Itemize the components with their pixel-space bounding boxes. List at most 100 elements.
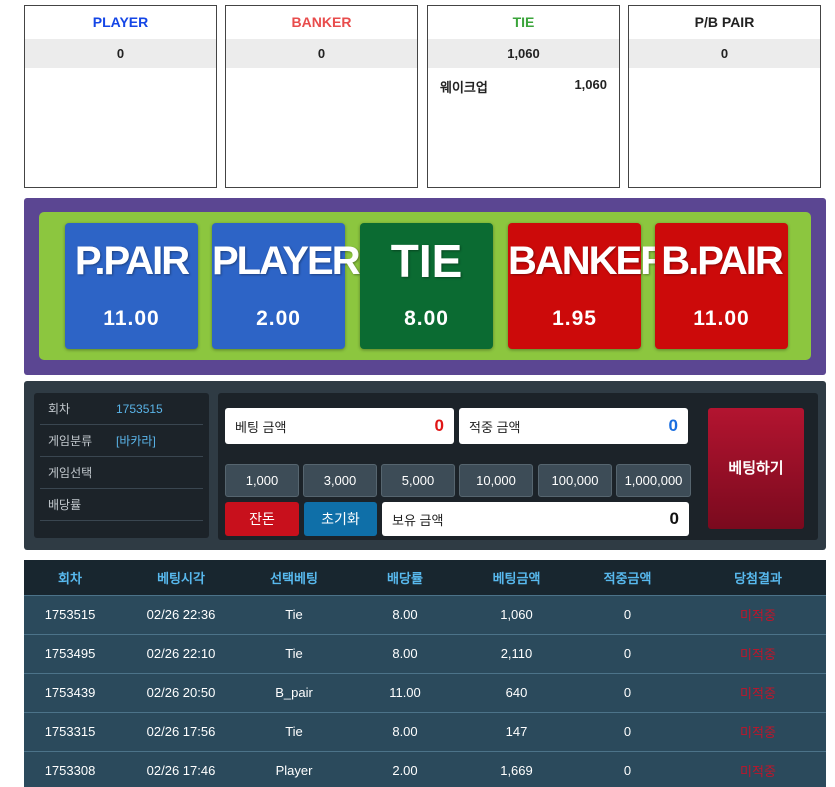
col-bet-header: 베팅금액 (468, 560, 565, 595)
cell-odds: 11.00 (342, 672, 468, 712)
info-type-value: [바카라] (116, 434, 156, 448)
cell-pick: B_pair (246, 672, 342, 712)
bet-amount-label: 베팅 금액 (235, 419, 287, 435)
table-row: 1753439 02/26 20:50 B_pair 11.00 640 0 미… (24, 672, 826, 712)
cell-time: 02/26 20:50 (116, 672, 246, 712)
info-odds-label: 배당률 (48, 498, 82, 512)
game-info: 회차 1753515 게임분류 [바카라] 게임선택 배당률 (34, 393, 209, 538)
cell-pick: Tie (246, 594, 342, 634)
bet-summary: PLAYER 0 BANKER 0 TIE 1,060 웨이크업 1,060 P… (24, 5, 829, 189)
info-type-label: 게임분류 (48, 434, 93, 448)
col-time-header: 베팅시각 (116, 560, 246, 595)
chip-100000-button[interactable]: 100,000 (538, 464, 612, 497)
cell-bet: 1,060 (468, 594, 565, 634)
bet-tile-tie[interactable]: TIE 8.00 (360, 223, 493, 349)
table-row: 1753495 02/26 22:10 Tie 8.00 2,110 0 미적중 (24, 633, 826, 673)
cell-win: 0 (565, 711, 690, 751)
cell-win: 0 (565, 750, 690, 787)
summary-banker-panel: BANKER 0 (225, 5, 418, 188)
table-row: 1753515 02/26 22:36 Tie 8.00 1,060 0 미적중 (24, 594, 826, 634)
cell-round: 1753515 (24, 594, 116, 634)
cell-round: 1753439 (24, 672, 116, 712)
cell-bet: 640 (468, 672, 565, 712)
cell-pick: Player (246, 750, 342, 787)
cell-pick: Tie (246, 711, 342, 751)
chip-5000-button[interactable]: 5,000 (381, 464, 455, 497)
bet-board-inner: P.PAIR 11.00 PLAYER 2.00 TIE 8.00 BANKER… (39, 212, 811, 360)
cell-time: 02/26 17:56 (116, 711, 246, 751)
bet-tile-b-pair-odds: 11.00 (693, 307, 750, 330)
balance-field: 보유 금액 0 (382, 502, 689, 536)
chip-1000-button[interactable]: 1,000 (225, 464, 299, 497)
bet-tile-player-name: PLAYER (212, 239, 361, 283)
cell-result: 미적중 (690, 711, 826, 751)
reset-button[interactable]: 초기화 (304, 502, 377, 536)
bet-tile-player-odds: 2.00 (256, 307, 301, 330)
summary-tie-item-amount: 1,060 (574, 77, 607, 92)
col-pick-header: 선택베팅 (246, 560, 342, 595)
cell-round: 1753315 (24, 711, 116, 751)
cell-pick: Tie (246, 633, 342, 673)
cell-round: 1753495 (24, 633, 116, 673)
chip-10000-button[interactable]: 10,000 (459, 464, 533, 497)
info-type-row: 게임분류 [바카라] (40, 425, 203, 457)
chip-1000000-button[interactable]: 1,000,000 (616, 464, 691, 497)
bet-tile-banker-name: BANKER (508, 239, 669, 283)
summary-pair-panel: P/B PAIR 0 (628, 5, 821, 188)
balance-value: 0 (669, 509, 679, 528)
bet-tile-p-pair-odds: 11.00 (103, 307, 160, 330)
bet-tile-p-pair-name: P.PAIR (74, 239, 190, 283)
summary-tie-panel: TIE 1,060 웨이크업 1,060 (427, 5, 620, 188)
change-button[interactable]: 잔돈 (225, 502, 299, 536)
info-odds-row: 배당률 (40, 489, 203, 521)
bet-board: P.PAIR 11.00 PLAYER 2.00 TIE 8.00 BANKER… (24, 198, 826, 375)
cell-result: 미적중 (690, 633, 826, 673)
cell-time: 02/26 22:36 (116, 594, 246, 634)
summary-banker-title: BANKER (291, 14, 352, 30)
table-header-row: 회차 베팅시각 선택베팅 배당률 베팅금액 적중금액 당첨결과 (24, 560, 826, 595)
bet-area: 베팅 금액 0 적중 금액 0 1,000 3,000 5,000 10,000… (218, 393, 818, 540)
bet-tile-b-pair[interactable]: B.PAIR 11.00 (655, 223, 788, 349)
col-win-header: 적중금액 (565, 560, 690, 595)
balance-label: 보유 금액 (392, 512, 444, 528)
info-round-row: 회차 1753515 (40, 393, 203, 425)
chip-3000-button[interactable]: 3,000 (303, 464, 377, 497)
col-round-header: 회차 (24, 560, 116, 595)
bet-tile-p-pair[interactable]: P.PAIR 11.00 (65, 223, 198, 349)
cell-bet: 1,669 (468, 750, 565, 787)
cell-result: 미적중 (690, 672, 826, 712)
win-amount-value: 0 (668, 416, 678, 435)
cell-odds: 8.00 (342, 594, 468, 634)
cell-result: 미적중 (690, 594, 826, 634)
cell-win: 0 (565, 633, 690, 673)
cell-bet: 2,110 (468, 633, 565, 673)
bet-tile-player[interactable]: PLAYER 2.00 (212, 223, 361, 349)
bet-tile-tie-name: TIE (390, 235, 463, 287)
bet-tile-banker[interactable]: BANKER 1.95 (508, 223, 669, 349)
cell-time: 02/26 22:10 (116, 633, 246, 673)
table-row: 1753308 02/26 17:46 Player 2.00 1,669 0 … (24, 750, 826, 787)
summary-tie-title: TIE (512, 14, 535, 30)
win-amount-label: 적중 금액 (469, 419, 521, 435)
summary-player-panel: PLAYER 0 (24, 5, 217, 188)
bet-control-panel: 회차 1753515 게임분류 [바카라] 게임선택 배당률 베팅 금액 0 적… (24, 381, 826, 550)
place-bet-button[interactable]: 베팅하기 (708, 408, 804, 529)
info-round-value: 1753515 (116, 402, 163, 416)
summary-tie-item: 웨이크업 1,060 (428, 68, 619, 96)
bet-tile-banker-odds: 1.95 (552, 307, 597, 330)
summary-player-total: 0 (25, 39, 216, 68)
bet-tile-tie-odds: 8.00 (404, 307, 449, 330)
win-amount-field: 적중 금액 0 (459, 408, 688, 444)
summary-tie-total: 1,060 (428, 39, 619, 68)
cell-round: 1753308 (24, 750, 116, 787)
cell-odds: 8.00 (342, 711, 468, 751)
bet-tile-b-pair-name: B.PAIR (661, 239, 784, 283)
summary-banker-total: 0 (226, 39, 417, 68)
cell-bet: 147 (468, 711, 565, 751)
col-result-header: 당첨결과 (690, 560, 826, 595)
cell-odds: 8.00 (342, 633, 468, 673)
summary-player-title: PLAYER (92, 14, 149, 30)
bet-history-table: 회차 베팅시각 선택베팅 배당률 베팅금액 적중금액 당첨결과 1753515 … (24, 560, 826, 787)
bet-amount-field[interactable]: 베팅 금액 0 (225, 408, 454, 444)
info-round-label: 회차 (48, 402, 71, 416)
